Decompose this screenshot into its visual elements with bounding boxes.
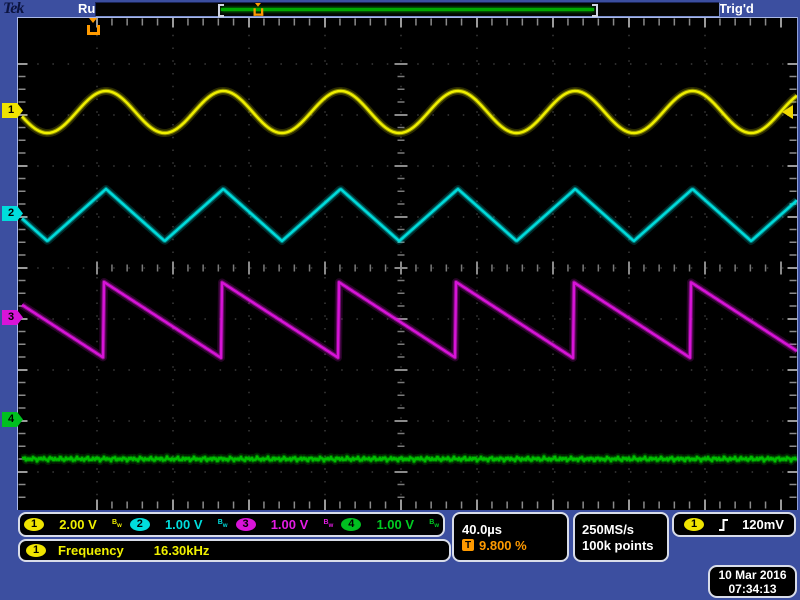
ch3-badge: 3 (235, 518, 256, 531)
time-label: 07:34:13 (728, 581, 777, 596)
ch1-scale: 2.00 V (59, 517, 97, 532)
date-label: 10 Mar 2016 (718, 567, 787, 582)
ch4-bandwidth-limit-icon: Bw (429, 518, 439, 529)
sample-rate: 250MS/s (582, 521, 635, 537)
ch3-bandwidth-limit-icon: Bw (323, 518, 334, 529)
channel-scales-box[interactable]: 1 2.00 V Bw 2 1.00 V Bw 3 1.00 V Bw 4 1.… (18, 512, 445, 537)
measurement-box[interactable]: 1 Frequency 16.30kHz (18, 539, 451, 562)
ch2-bandwidth-limit-icon: Bw (217, 518, 228, 529)
acquisition-box[interactable]: 250MS/s 100k points (573, 512, 669, 562)
ch1-scale-group[interactable]: 1 2.00 V Bw (20, 517, 126, 532)
record-length: 100k points (582, 537, 654, 553)
horizontal-box[interactable]: 40.0µs T 9.800 % (452, 512, 569, 562)
trigger-t-icon (253, 8, 263, 16)
measurement-value: 16.30kHz (153, 543, 210, 558)
trigger-level: 120mV (742, 517, 784, 532)
record-waveform-line (220, 8, 595, 11)
trigger-position-readout: T 9.800 % (462, 538, 527, 553)
ch4-scale: 1.00 V (376, 517, 415, 532)
trigger-level-arrow-icon[interactable] (782, 105, 793, 119)
waveform-display (17, 17, 798, 510)
screen-trigger-position-marker[interactable] (86, 18, 100, 35)
ch1-badge: 1 (24, 518, 44, 531)
rising-edge-icon (718, 519, 728, 531)
record-trigger-position-icon[interactable] (253, 3, 264, 16)
trigger-t-icon: T (462, 539, 474, 551)
ch3-scale: 1.00 V (270, 517, 309, 532)
window-end-bracket[interactable] (592, 4, 599, 17)
trigger-source-badge: 1 (684, 518, 704, 531)
measurement-name: Frequency (58, 543, 124, 558)
trigger-state-label: Trig'd (719, 1, 754, 16)
trigger-t-icon (86, 25, 100, 35)
window-start-bracket[interactable] (217, 4, 224, 17)
ch2-badge: 2 (129, 518, 150, 531)
tek-logo: Tek (3, 0, 24, 17)
graticule-and-waveforms (18, 18, 797, 510)
ch1-bandwidth-limit-icon: Bw (112, 518, 122, 529)
horizontal-scale: 40.0µs (462, 521, 503, 537)
measurement-source-badge: 1 (26, 544, 46, 557)
trigger-box[interactable]: 1 120mV (672, 512, 796, 537)
ch3-scale-group[interactable]: 3 1.00 V Bw (232, 517, 338, 532)
acquisition-record-bar[interactable] (95, 2, 720, 17)
ch2-scale: 1.00 V (164, 517, 203, 532)
ch4-scale-group[interactable]: 4 1.00 V Bw (337, 517, 443, 532)
ch4-badge: 4 (341, 518, 362, 531)
datetime-box[interactable]: 10 Mar 2016 07:34:13 (708, 565, 797, 598)
ch2-scale-group[interactable]: 2 1.00 V Bw (126, 517, 232, 532)
